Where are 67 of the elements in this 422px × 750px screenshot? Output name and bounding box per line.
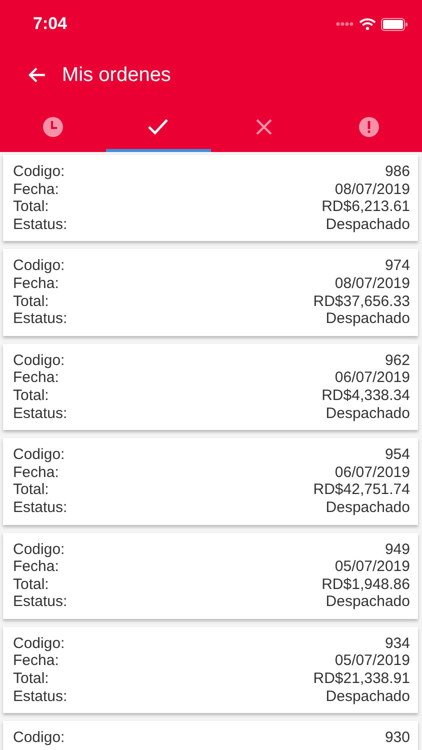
order-card[interactable]: Codigo: 962 Fecha: 06/07/2019 Total: RD$4,338.34 Estatus: Despachado: [3, 344, 418, 430]
field-value: 962: [384, 352, 410, 370]
order-card[interactable]: Codigo: 954 Fecha: 06/07/2019 Total: RD$42,751.74 Estatus: Despachado: [3, 438, 418, 524]
field-label: Total:: [13, 198, 49, 216]
close-icon: [256, 119, 272, 135]
wifi-icon: [359, 18, 376, 30]
field-label: Codigo:: [13, 446, 65, 464]
field-label: Estatus:: [13, 404, 68, 422]
field-label: Estatus:: [13, 593, 68, 611]
field-value: 08/07/2019: [334, 180, 410, 198]
field-label: Codigo:: [13, 257, 65, 275]
field-label: Estatus:: [13, 688, 68, 706]
field-label: Fecha:: [13, 180, 59, 198]
field-value: RD$21,338.91: [313, 670, 410, 688]
field-value: 05/07/2019: [334, 652, 410, 670]
field-value: 08/07/2019: [334, 274, 410, 293]
field-label: Codigo:: [13, 729, 65, 747]
field-value: Despachado: [326, 498, 410, 516]
field-value: Despachado: [326, 688, 410, 706]
field-value: Despachado: [326, 216, 410, 234]
field-value: RD$37,656.33: [313, 292, 410, 310]
battery-icon: [381, 18, 408, 30]
field-label: Fecha:: [13, 652, 59, 670]
field-label: Total:: [13, 292, 49, 310]
field-value: 06/07/2019: [334, 369, 410, 387]
field-label: Estatus:: [13, 498, 68, 516]
field-value: RD$4,338.34: [322, 386, 410, 405]
field-label: Fecha:: [13, 464, 59, 482]
field-label: Fecha:: [13, 274, 59, 293]
clock-icon: [42, 116, 64, 138]
order-card[interactable]: Codigo: 930: [3, 721, 418, 750]
screen-title: Mis ordenes: [62, 64, 171, 86]
field-label: Codigo:: [13, 163, 65, 181]
field-label: Fecha:: [13, 369, 59, 387]
order-card[interactable]: Codigo: 934 Fecha: 05/07/2019 Total: RD$21,338.91 Estatus: Despachado: [3, 626, 418, 714]
field-value: 930: [384, 729, 410, 747]
field-value: Despachado: [326, 310, 410, 328]
field-value: 954: [384, 446, 410, 464]
signal-icon: [336, 22, 354, 26]
field-value: RD$1,948.86: [322, 576, 410, 594]
field-label: Codigo:: [13, 540, 65, 558]
field-value: 949: [384, 540, 410, 558]
field-value: RD$6,213.61: [322, 198, 410, 216]
field-label: Estatus:: [13, 310, 68, 328]
alert-icon: [358, 116, 380, 138]
field-label: Codigo:: [13, 352, 65, 370]
back-arrow-icon[interactable]: [28, 67, 46, 83]
field-value: 986: [384, 163, 410, 181]
order-card[interactable]: Codigo: 986 Fecha: 08/07/2019 Total: RD$6,213.61 Estatus: Despachado: [3, 155, 418, 242]
field-label: Total:: [13, 576, 49, 594]
order-card[interactable]: Codigo: 974 Fecha: 08/07/2019 Total: RD$37,656.33 Estatus: Despachado: [3, 249, 418, 336]
order-card[interactable]: Codigo: 949 Fecha: 05/07/2019 Total: RD$1,948.86 Estatus: Despachado: [3, 532, 418, 619]
field-value: 06/07/2019: [334, 464, 410, 482]
field-value: Despachado: [326, 593, 410, 611]
field-value: 974: [384, 257, 410, 275]
field-label: Fecha:: [13, 558, 59, 576]
field-value: Despachado: [326, 404, 410, 422]
check-icon: [148, 119, 168, 135]
field-label: Total:: [13, 670, 49, 688]
field-value: RD$42,751.74: [313, 481, 410, 499]
field-value: 934: [384, 634, 410, 652]
field-label: Total:: [13, 386, 49, 405]
field-value: 05/07/2019: [334, 558, 410, 576]
status-time: 7:04: [33, 14, 68, 34]
field-label: Estatus:: [13, 216, 68, 234]
field-label: Total:: [13, 481, 49, 499]
field-label: Codigo:: [13, 634, 65, 652]
